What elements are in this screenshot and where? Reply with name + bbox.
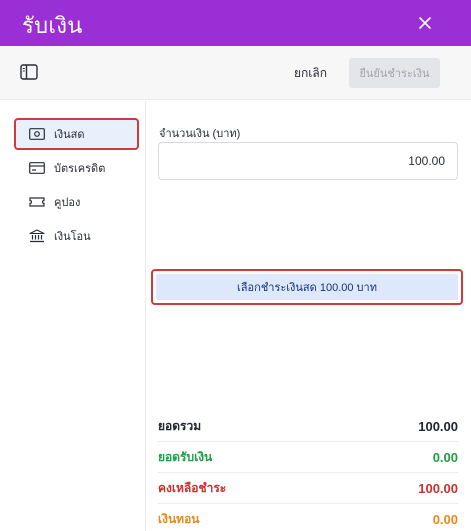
sidebar-item-label: คูปอง <box>54 197 81 209</box>
received-value: 0.00 <box>432 449 458 465</box>
total-value: 100.00 <box>418 418 458 434</box>
sidebar-item-label: บัตรเครดิต <box>54 163 106 175</box>
total-label: ยอดรวม <box>158 418 202 433</box>
payment-method-sidebar: เงินสด บัตรเครดิต คูปอง เงินโอน <box>0 101 146 531</box>
received-label: ยอดรับเงิน <box>158 449 213 464</box>
summary-row-change: เงินทอน 0.00 <box>158 504 458 531</box>
sidebar-item-bank-transfer[interactable]: เงินโอน <box>14 220 139 252</box>
change-label: เงินทอน <box>158 512 200 526</box>
sidebar-item-label: เงินโอน <box>54 231 91 243</box>
outstanding-value: 100.00 <box>418 480 458 496</box>
dialog-header: รับเงิน <box>0 0 471 46</box>
dialog-title: รับเงิน <box>22 13 83 38</box>
quick-select-cash-button[interactable]: เลือกชำระเงินสด 100.00 บาท <box>156 274 458 300</box>
close-button[interactable] <box>412 11 438 35</box>
bank-icon <box>28 229 46 243</box>
summary-row-total: ยอดรวม 100.00 <box>158 411 458 442</box>
cancel-button[interactable]: ยกเลิก <box>288 62 333 84</box>
summary-row-received: ยอดรับเงิน 0.00 <box>158 442 458 473</box>
amount-field-label: จำนวนเงิน (บาท) <box>159 128 241 140</box>
outstanding-label: คงเหลือชำระ <box>158 480 227 495</box>
sidebar-item-credit-card[interactable]: บัตรเครดิต <box>14 152 139 184</box>
quick-select-highlight: เลือกชำระเงินสด 100.00 บาท <box>151 269 463 305</box>
amount-input[interactable] <box>158 142 458 180</box>
sidebar-toggle-button[interactable] <box>20 64 40 82</box>
change-value: 0.00 <box>432 512 458 527</box>
sidebar-item-label: เงินสด <box>54 129 85 141</box>
sidebar-item-coupon[interactable]: คูปอง <box>14 186 139 218</box>
summary-row-outstanding: คงเหลือชำระ 100.00 <box>158 473 458 504</box>
coupon-icon <box>28 195 46 209</box>
cash-icon <box>28 127 46 141</box>
sidebar-toggle-icon <box>20 64 38 80</box>
close-icon <box>419 17 431 29</box>
toolbar: ยกเลิก ยืนยันชำระเงิน <box>0 46 471 100</box>
confirm-payment-button[interactable]: ยืนยันชำระเงิน <box>349 58 440 88</box>
credit-card-icon <box>28 161 46 175</box>
sidebar-item-cash[interactable]: เงินสด <box>14 118 139 150</box>
